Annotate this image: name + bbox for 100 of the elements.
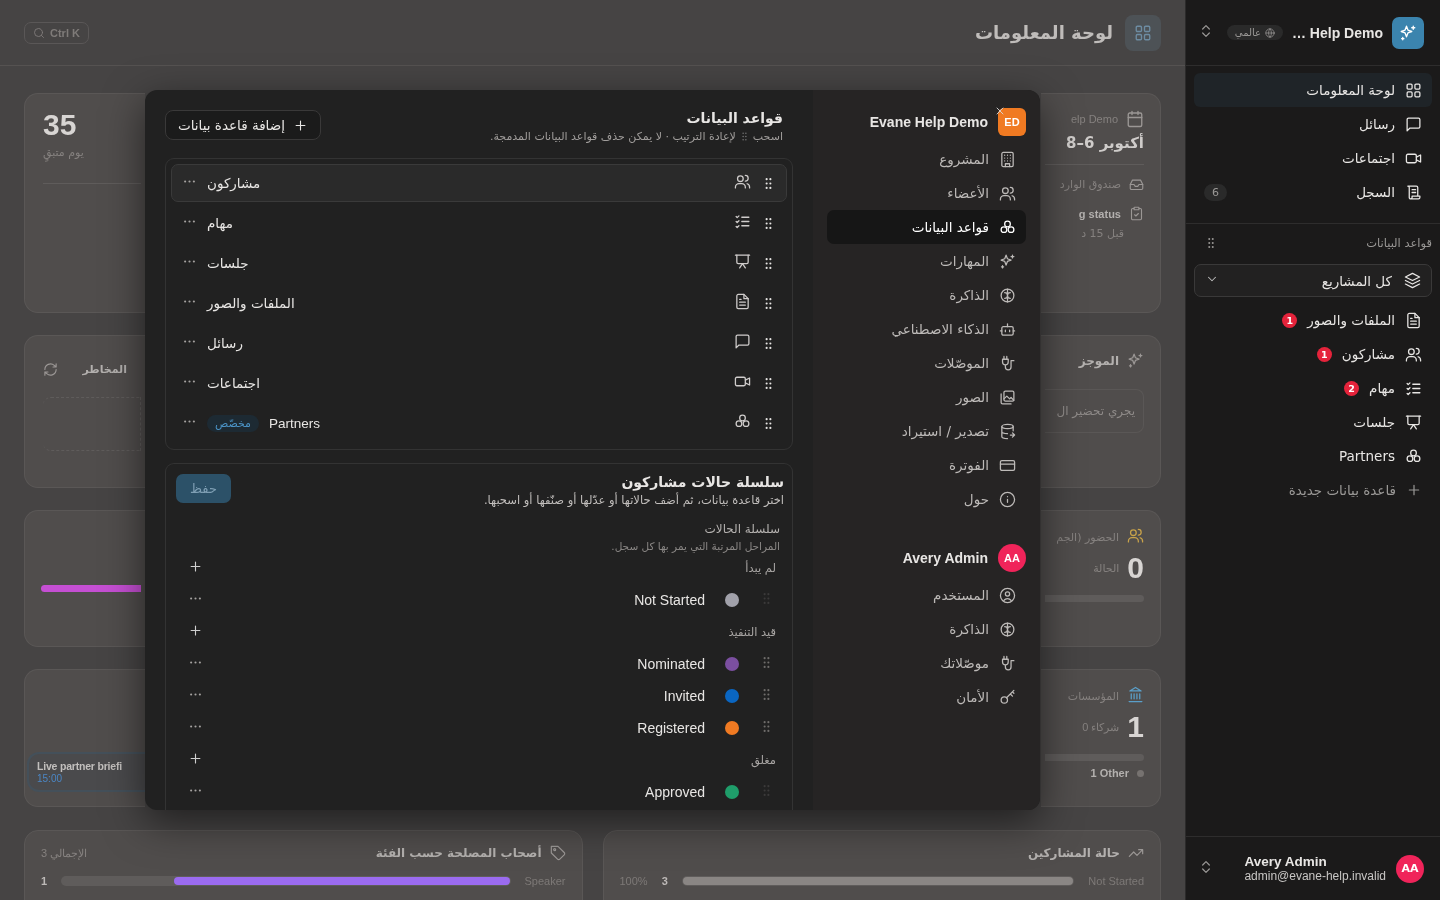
settings-nav-item[interactable]: حول bbox=[827, 482, 1026, 516]
info-icon bbox=[999, 490, 1016, 508]
checklist-icon bbox=[1405, 379, 1422, 397]
status-name: Registered bbox=[637, 720, 705, 736]
project-filter-dropdown[interactable]: كل المشاريع bbox=[1194, 264, 1432, 297]
organizations-count: 1 bbox=[1127, 712, 1144, 742]
chat-icon bbox=[1405, 115, 1422, 133]
database-row[interactable]: اجتماعات bbox=[171, 364, 787, 402]
plus-icon[interactable] bbox=[188, 559, 203, 574]
plus-icon[interactable] bbox=[188, 623, 203, 638]
section-label: قواعد البيانات bbox=[1366, 236, 1432, 250]
plug-icon bbox=[999, 654, 1016, 672]
session-title: Live partner briefi bbox=[37, 760, 123, 772]
key-icon bbox=[999, 688, 1016, 706]
layers-icon bbox=[1404, 272, 1421, 289]
images-icon bbox=[999, 388, 1016, 406]
brief-title: الموجز bbox=[1078, 353, 1119, 368]
database-row[interactable]: جلسات bbox=[171, 244, 787, 282]
presentation-icon bbox=[734, 253, 751, 270]
notification-badge: 1 bbox=[1282, 312, 1298, 328]
grid-icon bbox=[1405, 81, 1422, 99]
status-group-label: لم يبدأ bbox=[745, 561, 776, 575]
settings-nav-item[interactable]: قواعد البيانات bbox=[827, 210, 1026, 244]
sparkles-icon bbox=[1399, 23, 1417, 42]
status-name: Invited bbox=[663, 688, 705, 704]
user-avatar: AA bbox=[1396, 854, 1424, 883]
status-color-dot[interactable] bbox=[725, 785, 739, 799]
database-row[interactable]: مشاركون bbox=[171, 164, 787, 202]
plus-icon[interactable] bbox=[188, 751, 203, 766]
database-row[interactable]: رسائل bbox=[171, 324, 787, 362]
new-database-link[interactable]: قاعدة بيانات جديدة bbox=[1194, 473, 1432, 507]
workspace-avatar: ED bbox=[998, 108, 1026, 136]
refresh-icon[interactable] bbox=[43, 362, 58, 377]
settings-nav-item[interactable]: المستخدم bbox=[827, 578, 1026, 612]
nav-item[interactable]: رسائل bbox=[1194, 107, 1432, 141]
days-count: 35 bbox=[43, 110, 77, 140]
plus-icon bbox=[1406, 482, 1422, 498]
users-icon bbox=[1127, 527, 1144, 544]
custom-tag: مخصّص bbox=[207, 414, 259, 432]
sparkles-icon bbox=[1127, 352, 1144, 369]
status-group-label: قيد التنفيذ bbox=[728, 625, 776, 639]
presentation-icon bbox=[1405, 413, 1422, 431]
card-title: أصحاب المصلحة حسب الفئة bbox=[375, 846, 542, 860]
calendar-icon bbox=[1126, 110, 1144, 128]
session-card[interactable]: Live partner briefi 15:00 bbox=[27, 752, 145, 792]
status-color-dot[interactable] bbox=[725, 689, 739, 703]
settings-nav-item[interactable]: الذاكرة bbox=[827, 278, 1026, 312]
brief-text: يجري تحضير ال bbox=[1045, 389, 1144, 433]
status-color-dot[interactable] bbox=[725, 657, 739, 671]
settings-nav-item[interactable]: الصور bbox=[827, 380, 1026, 414]
legend-dot bbox=[1137, 769, 1144, 777]
settings-nav-item[interactable]: تصدير / استيراد bbox=[827, 414, 1026, 448]
settings-nav-item[interactable]: المهارات bbox=[827, 244, 1026, 278]
attendance-count: 0 bbox=[1127, 553, 1144, 583]
document-icon bbox=[734, 293, 751, 310]
row-count: 1 bbox=[41, 875, 48, 887]
workspace-name: … Help Demo bbox=[1292, 24, 1383, 41]
building-icon bbox=[999, 150, 1016, 168]
settings-nav-item[interactable]: المشروع bbox=[827, 142, 1026, 176]
card-title: حالة المشاركين bbox=[1027, 846, 1120, 860]
database-row[interactable]: مهام bbox=[171, 204, 787, 242]
add-database-button[interactable]: إضافة قاعدة بيانات bbox=[165, 110, 321, 140]
tag-icon bbox=[549, 845, 566, 861]
risks-title: المخاطر bbox=[82, 363, 127, 376]
globe-icon bbox=[1265, 27, 1275, 38]
settings-nav-item[interactable]: الذكاء الاصطناعي bbox=[827, 312, 1026, 346]
users-icon bbox=[1405, 345, 1422, 363]
robot-icon bbox=[999, 320, 1016, 338]
database-row[interactable]: الملفات والصور bbox=[171, 284, 787, 322]
nav-item[interactable]: لوحة المعلومات bbox=[1194, 73, 1432, 107]
settings-nav-item[interactable]: الأعضاء bbox=[827, 176, 1026, 210]
activity-title: g status bbox=[1078, 207, 1121, 220]
event-dates: أكتوبر 6–8 bbox=[1066, 134, 1144, 152]
user-name: Avery Admin bbox=[1244, 854, 1327, 869]
database-item[interactable]: Partners bbox=[1194, 439, 1432, 473]
inbox-icon bbox=[1129, 177, 1144, 192]
user-name: Avery Admin bbox=[902, 550, 988, 566]
plug-icon bbox=[999, 354, 1016, 372]
settings-nav-item[interactable]: موصّلاتك bbox=[827, 646, 1026, 680]
nav-item[interactable]: اجتماعات bbox=[1194, 141, 1432, 175]
status-name: Nominated bbox=[637, 656, 705, 672]
settings-nav-item[interactable]: الذاكرة bbox=[827, 612, 1026, 646]
checklist-icon bbox=[734, 213, 751, 230]
chat-icon bbox=[734, 333, 751, 350]
status-color-dot[interactable] bbox=[725, 721, 739, 735]
database-item[interactable]: جلسات bbox=[1194, 405, 1432, 439]
status-color-dot[interactable] bbox=[725, 593, 739, 607]
field-label: سلسلة الحالات bbox=[703, 522, 781, 536]
close-icon[interactable] bbox=[994, 105, 1006, 117]
settings-nav-item[interactable]: الأمان bbox=[827, 680, 1026, 714]
settings-nav-item[interactable]: الموصّلات bbox=[827, 346, 1026, 380]
notification-badge: 1 bbox=[1316, 346, 1332, 362]
user-icon bbox=[999, 586, 1016, 604]
plus-icon bbox=[292, 117, 308, 133]
legend-label: 1 Other bbox=[1090, 767, 1129, 779]
settings-nav-item[interactable]: الفوترة bbox=[827, 448, 1026, 482]
page-title: لوحة المعلومات bbox=[975, 22, 1113, 43]
hint-text: اسحب bbox=[752, 130, 783, 143]
cluster-icon bbox=[999, 218, 1016, 236]
session-time: 15:00 bbox=[37, 773, 64, 784]
